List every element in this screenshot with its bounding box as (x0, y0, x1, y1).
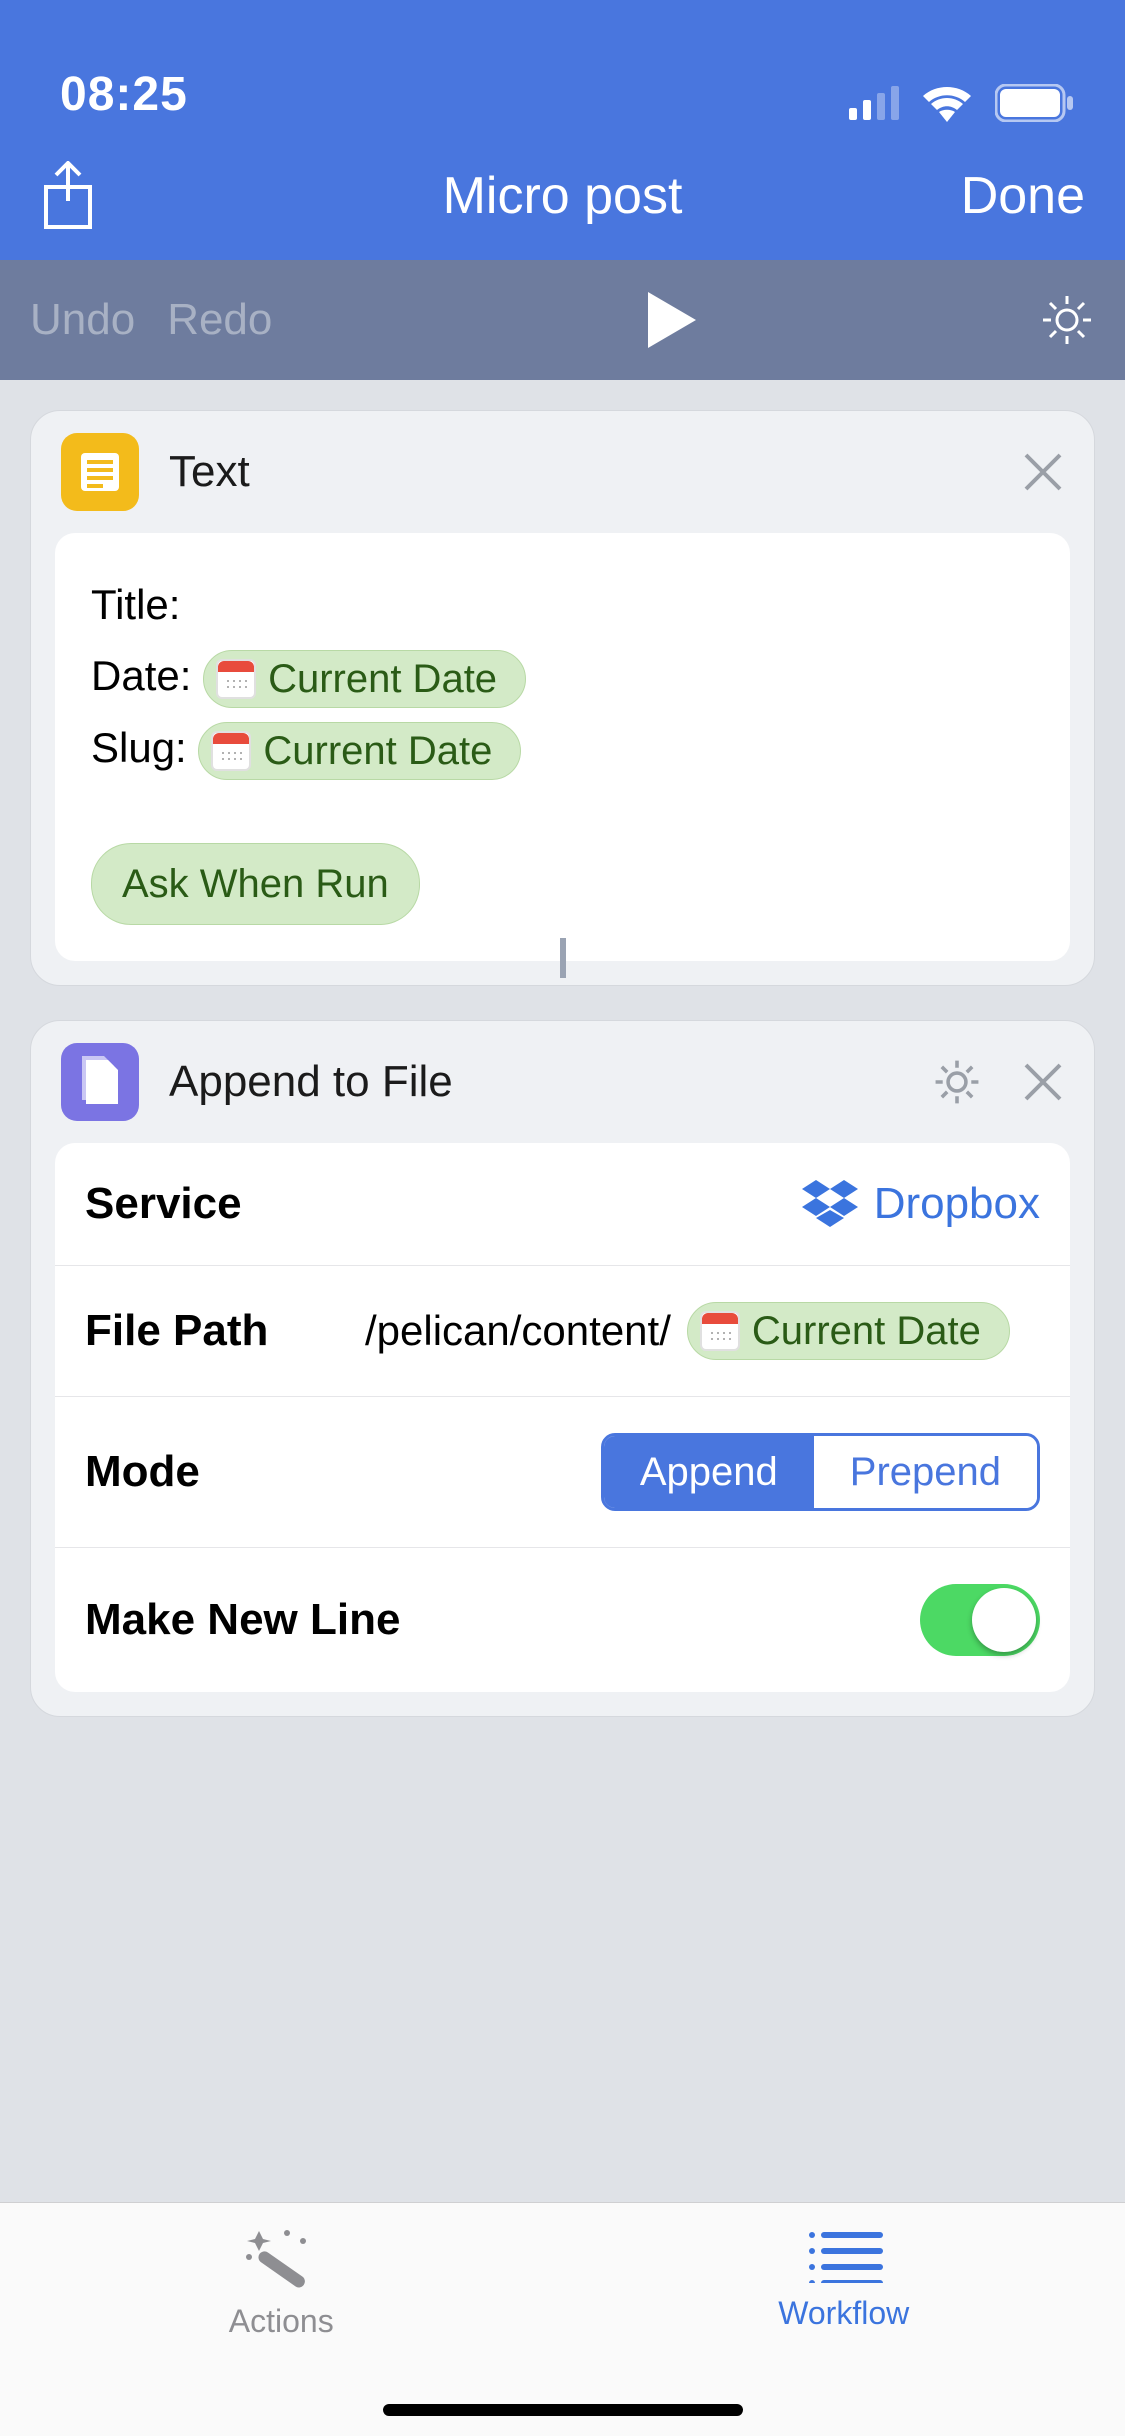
tab-actions[interactable]: Actions (0, 2203, 563, 2436)
newline-row: Make New Line (55, 1548, 1070, 1692)
action-card-append[interactable]: Append to File Service (30, 1020, 1095, 1717)
title-label: Title: (91, 581, 180, 628)
text-body[interactable]: Title: Date: Current Date Slug: Current … (55, 533, 1070, 961)
redo-button[interactable]: Redo (167, 295, 272, 345)
home-indicator[interactable] (383, 2404, 743, 2416)
card-header: Text (31, 411, 1094, 533)
close-icon[interactable] (1022, 1061, 1064, 1103)
action-card-text[interactable]: Text Title: Date: Current Date Slug: (30, 410, 1095, 986)
wand-icon (241, 2227, 321, 2291)
slug-label: Slug: (91, 724, 187, 771)
file-action-icon (61, 1043, 139, 1121)
card-title: Append to File (169, 1057, 902, 1107)
gear-icon[interactable] (1039, 292, 1095, 348)
service-label: Service (85, 1179, 325, 1229)
battery-icon (995, 84, 1075, 122)
calendar-icon (211, 731, 251, 771)
mode-prepend[interactable]: Prepend (814, 1436, 1037, 1508)
current-date-token[interactable]: Current Date (203, 650, 526, 708)
ask-when-run-token[interactable]: Ask When Run (91, 843, 420, 925)
switch-knob (972, 1588, 1036, 1652)
append-settings: Service Dropbox File Path /pelican/conte… (55, 1143, 1070, 1692)
play-icon[interactable] (648, 292, 696, 348)
status-bar: 08:25 (0, 0, 1125, 132)
newline-label: Make New Line (85, 1595, 920, 1645)
share-icon[interactable] (40, 161, 96, 231)
editor-toolbar: Undo Redo (0, 260, 1125, 380)
tab-bar: Actions Workflow (0, 2202, 1125, 2436)
service-value: Dropbox (874, 1179, 1040, 1229)
filepath-value: /pelican/content/ (365, 1307, 671, 1355)
connector-line (560, 938, 566, 978)
date-label: Date: (91, 652, 191, 699)
calendar-icon (700, 1311, 740, 1351)
cellular-icon (849, 86, 899, 120)
card-header: Append to File (31, 1021, 1094, 1143)
mode-segmented: Append Prepend (601, 1433, 1040, 1511)
mode-label: Mode (85, 1447, 325, 1497)
tab-workflow[interactable]: Workflow (563, 2203, 1125, 2436)
mode-row: Mode Append Prepend (55, 1397, 1070, 1548)
list-icon (804, 2227, 884, 2283)
status-icons (849, 84, 1075, 122)
dropbox-icon (802, 1180, 858, 1228)
undo-button[interactable]: Undo (30, 295, 135, 345)
done-button[interactable]: Done (825, 166, 1085, 226)
mode-append[interactable]: Append (604, 1436, 814, 1508)
close-icon[interactable] (1022, 451, 1064, 493)
page-title: Micro post (300, 166, 825, 226)
filepath-row[interactable]: File Path /pelican/content/ Current Date (55, 1266, 1070, 1397)
calendar-icon (216, 659, 256, 699)
workflow-canvas[interactable]: Text Title: Date: Current Date Slug: (0, 380, 1125, 2202)
tab-label: Actions (229, 2303, 334, 2340)
service-row[interactable]: Service Dropbox (55, 1143, 1070, 1266)
text-action-icon (61, 433, 139, 511)
card-title: Text (169, 447, 992, 497)
gear-icon[interactable] (932, 1057, 982, 1107)
wifi-icon (921, 84, 973, 122)
filepath-label: File Path (85, 1306, 325, 1356)
current-date-token[interactable]: Current Date (687, 1302, 1010, 1360)
status-time: 08:25 (60, 67, 188, 122)
newline-switch[interactable] (920, 1584, 1040, 1656)
tab-label: Workflow (778, 2295, 909, 2332)
current-date-token[interactable]: Current Date (198, 722, 521, 780)
nav-bar: Micro post Done (0, 132, 1125, 260)
